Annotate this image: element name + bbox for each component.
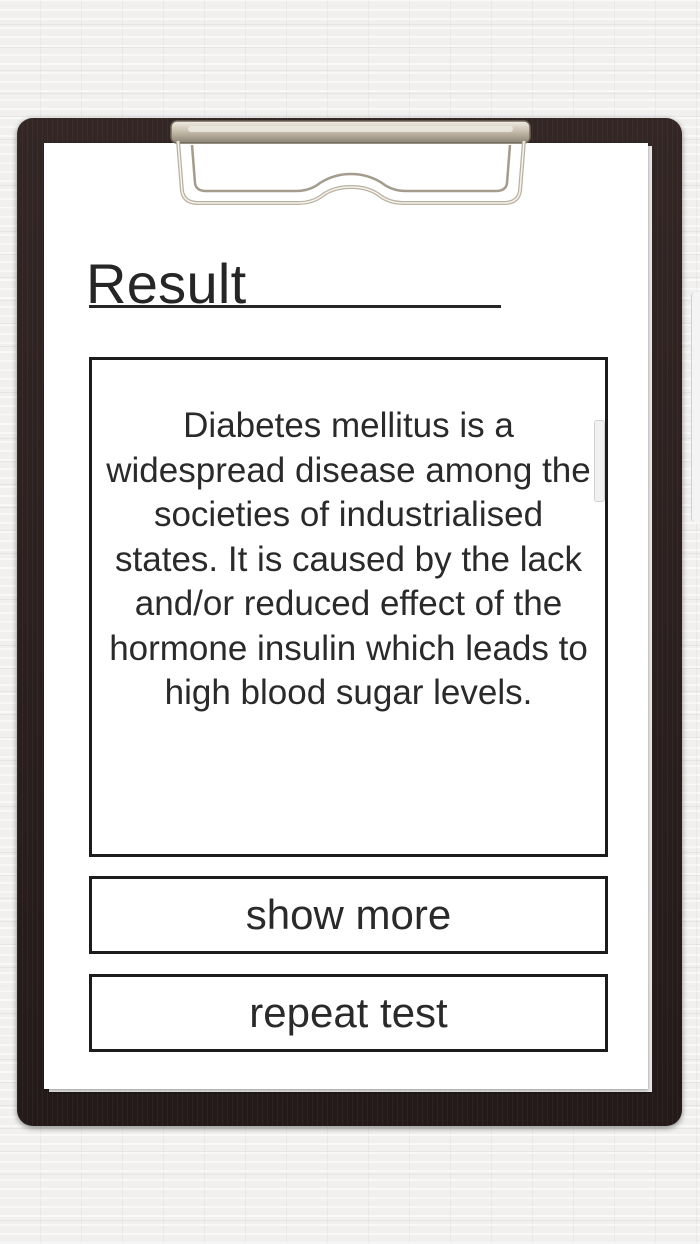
result-scrollbar[interactable] <box>594 420 605 502</box>
show-more-button[interactable]: show more <box>89 876 608 954</box>
repeat-test-button[interactable]: repeat test <box>89 974 608 1052</box>
result-text-box[interactable]: Diabetes mellitus is a widespread diseas… <box>89 357 608 857</box>
clipboard-clip-icon <box>170 120 531 205</box>
page-scroll-edge <box>691 292 700 522</box>
title-underline <box>89 305 501 308</box>
result-description: Diabetes mellitus is a widespread diseas… <box>106 406 591 712</box>
